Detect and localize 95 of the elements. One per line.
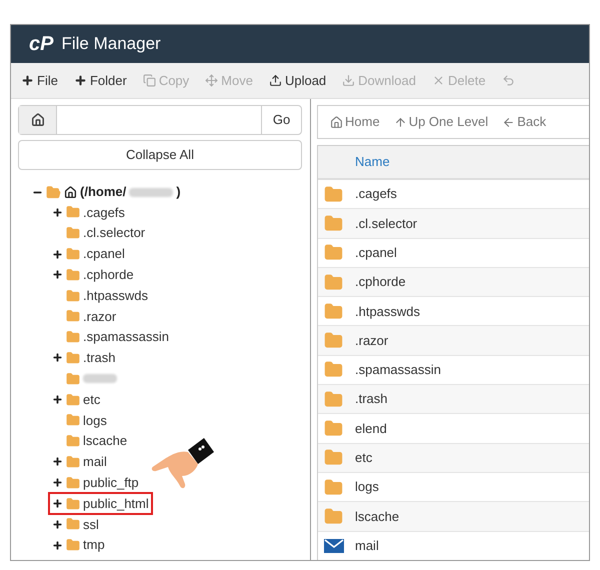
open-folder-icon: [46, 184, 61, 200]
plus-icon: [21, 74, 34, 87]
table-row[interactable]: .cl.selector: [318, 209, 589, 239]
file-name: mail: [355, 536, 379, 555]
logo: cP: [29, 32, 54, 57]
home-icon: [330, 116, 343, 128]
folder-icon: [66, 454, 80, 469]
expand-icon[interactable]: [52, 206, 63, 218]
up-icon: [394, 116, 407, 128]
folder-icon: [66, 268, 80, 282]
folder-icon: [66, 517, 80, 532]
home-icon: [64, 186, 77, 198]
toolbar-button[interactable]: Folder: [74, 70, 127, 90]
nav-button[interactable]: Home: [330, 112, 380, 132]
go-button[interactable]: Go: [261, 106, 301, 134]
folder-icon: [324, 243, 343, 262]
folder-icon: [324, 419, 343, 438]
folder-icon: [324, 302, 343, 321]
file-name: .cpanel: [355, 244, 397, 262]
file-name: .spamassassin: [355, 361, 441, 380]
toolbar-button[interactable]: File: [21, 70, 58, 90]
file-name: .cphorde: [355, 273, 406, 292]
tree-item[interactable]: .cpanel: [48, 242, 129, 266]
tree-item[interactable]: etc: [48, 388, 104, 412]
file-name: lscache: [355, 508, 400, 526]
tree-root-label-end: ): [176, 183, 181, 202]
folder-icon: [66, 434, 80, 448]
file-name: .htpasswds: [355, 302, 420, 321]
folder-icon: [324, 506, 343, 526]
copy-icon: [142, 74, 156, 87]
plus-icon: [74, 74, 87, 87]
folder-icon: [324, 214, 343, 233]
folder-icon: [66, 205, 80, 220]
table-row[interactable]: lscache: [318, 502, 589, 532]
folder-icon: [66, 496, 80, 511]
delete-icon: [432, 74, 445, 87]
folder-icon: [324, 360, 343, 380]
nav-button[interactable]: Back: [502, 112, 546, 132]
folder-icon: [66, 288, 80, 303]
tree-root-label[interactable]: (/home/: [80, 182, 126, 202]
blurred-text: [129, 188, 174, 196]
folder-icon: [66, 330, 80, 344]
collapse-all-button[interactable]: Collapse All: [18, 140, 302, 170]
download-icon: [342, 74, 356, 87]
column-header[interactable]: Name: [355, 152, 390, 172]
folder-icon: [324, 331, 343, 350]
folder-icon: [324, 390, 343, 409]
expand-icon[interactable]: [52, 477, 63, 488]
file-name: .cagefs: [355, 185, 397, 204]
file-name: etc: [355, 449, 372, 468]
file-name: .razor: [355, 332, 388, 350]
table-row[interactable]: .trash: [318, 385, 589, 414]
folder-icon: [66, 372, 80, 386]
envelope-icon: [324, 538, 344, 553]
table-row[interactable]: .razor: [318, 326, 589, 356]
tree-item[interactable]: .trash: [48, 346, 120, 370]
toolbar-button[interactable]: Upload: [268, 70, 326, 90]
home-icon: [30, 113, 44, 127]
tree-item[interactable]: mail: [48, 450, 111, 474]
expand-icon[interactable]: [52, 248, 63, 260]
folder-icon: [324, 184, 343, 204]
expand-icon[interactable]: [52, 540, 63, 551]
folder-icon: [66, 392, 80, 407]
folder-icon: [324, 478, 343, 497]
upload-icon: [268, 74, 282, 87]
expand-icon[interactable]: [52, 269, 63, 280]
table-row[interactable]: etc: [318, 444, 589, 473]
file-name: .trash: [355, 390, 388, 408]
move-icon: [205, 74, 218, 87]
restore-icon: [502, 74, 515, 87]
folder-icon: [66, 476, 80, 490]
nav-button[interactable]: Up One Level: [394, 112, 488, 132]
table-row[interactable]: .cpanel: [318, 238, 589, 268]
expand-icon[interactable]: [52, 518, 63, 530]
back-icon: [502, 116, 516, 128]
home-button[interactable]: [19, 106, 57, 134]
table-row[interactable]: .cphorde: [318, 268, 589, 298]
blurred-text: [83, 374, 117, 384]
folder-icon: [66, 538, 80, 552]
expand-icon[interactable]: [52, 498, 63, 510]
folder-icon: [66, 247, 80, 261]
window-title: File Manager: [61, 33, 161, 56]
folder-icon: [66, 350, 80, 365]
folder-icon: [324, 448, 343, 468]
folder-icon: [66, 413, 80, 428]
tree-item[interactable]: public_html: [48, 492, 153, 516]
file-name: .cl.selector: [355, 214, 418, 233]
expand-icon[interactable]: [52, 394, 63, 406]
expand-icon[interactable]: [52, 456, 63, 468]
file-name: elend: [355, 420, 387, 438]
expand-icon[interactable]: [52, 352, 63, 364]
file-name: logs: [355, 478, 379, 496]
folder-icon: [66, 226, 80, 240]
folder-icon: [66, 309, 80, 324]
folder-icon: [324, 272, 343, 292]
